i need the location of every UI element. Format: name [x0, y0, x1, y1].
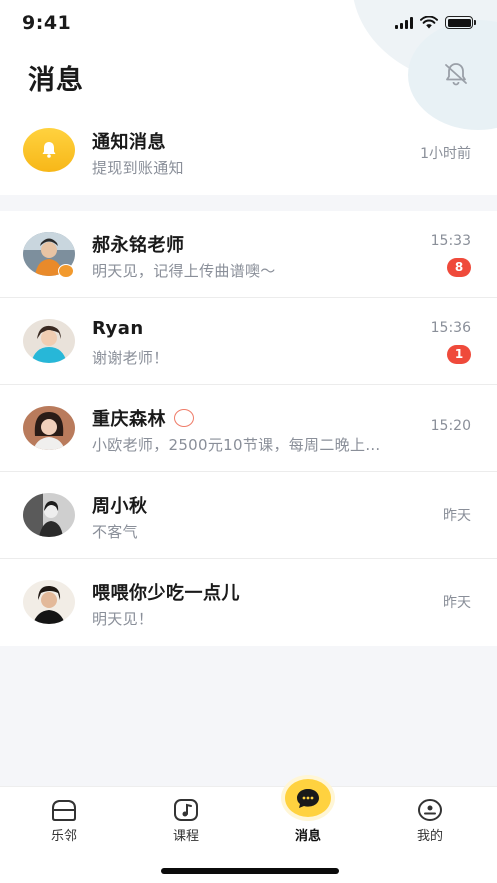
notification-settings-icon[interactable]	[442, 60, 470, 88]
verified-badge-icon	[58, 264, 74, 278]
tab-label: 消息	[294, 829, 321, 844]
chat-time: 昨天	[443, 595, 471, 611]
chat-time: 15:20	[430, 418, 471, 434]
chat-name: 郝永铭老师	[92, 235, 185, 256]
page-title: 消息	[28, 65, 84, 96]
chat-name: 重庆森林	[92, 405, 194, 431]
chat-list: 郝永铭老师 明天见，记得上传曲谱噢～ 15:33 8 Ryan 谢谢老师！ 15…	[0, 211, 497, 646]
tab-courses[interactable]: 课程	[124, 787, 248, 847]
wifi-icon	[420, 16, 438, 29]
unread-badge: 8	[447, 258, 471, 277]
chat-message: 不客气	[92, 523, 138, 541]
music-note-icon	[174, 799, 198, 821]
tab-lelin[interactable]: 乐邻	[2, 787, 126, 847]
home-icon	[52, 800, 76, 821]
home-indicator	[161, 868, 339, 874]
notice-row[interactable]: 通知消息 提现到账通知 1小时前	[0, 120, 497, 186]
tab-label: 课程	[172, 829, 199, 844]
tab-messages[interactable]: 消息	[246, 779, 370, 847]
status-icons	[395, 16, 476, 29]
avatar	[23, 580, 75, 624]
chat-message: 谢谢老师！	[92, 349, 169, 367]
header-area: 9:41 消息 通知消息 提现到账通知 1小时前	[0, 0, 497, 195]
profile-icon	[418, 799, 442, 821]
avatar	[23, 319, 75, 363]
chat-time: 15:33	[430, 233, 471, 249]
chat-name: 喂喂你少吃一点儿	[92, 583, 240, 604]
status-time: 9:41	[22, 12, 72, 34]
status-bar: 9:41	[0, 0, 497, 50]
tab-label: 我的	[416, 829, 443, 844]
chat-name: 周小秋	[92, 496, 148, 517]
notice-title: 通知消息	[92, 132, 166, 153]
chat-message: 小欧老师，2500元10节课，每周二晚上…	[92, 436, 381, 454]
notice-time: 1小时前	[420, 146, 471, 162]
tab-label: 乐邻	[50, 829, 77, 844]
battery-icon	[445, 16, 476, 29]
chat-row[interactable]: 周小秋 不客气 昨天	[0, 472, 497, 559]
chat-message: 明天见！	[92, 610, 154, 628]
notice-message: 提现到账通知	[92, 159, 184, 177]
chat-message: 明天见，记得上传曲谱噢～	[92, 262, 276, 280]
chat-row[interactable]: 重庆森林 小欧老师，2500元10节课，每周二晚上… 15:20	[0, 385, 497, 472]
chat-time: 15:36	[430, 320, 471, 336]
chat-row[interactable]: Ryan 谢谢老师！ 15:36 1	[0, 298, 497, 385]
tag-icon	[174, 409, 194, 427]
avatar	[23, 406, 75, 450]
chat-name-text: 重庆森林	[92, 409, 166, 430]
bell-icon	[42, 142, 56, 158]
notice-avatar	[23, 128, 75, 172]
chat-row[interactable]: 郝永铭老师 明天见，记得上传曲谱噢～ 15:33 8	[0, 211, 497, 298]
active-tab-bubble	[285, 779, 331, 817]
avatar	[23, 493, 75, 537]
unread-badge: 1	[447, 345, 471, 364]
chat-bubble-icon	[297, 789, 319, 808]
chat-name: Ryan	[92, 318, 144, 339]
signal-icon	[395, 16, 413, 29]
tab-mine[interactable]: 我的	[368, 787, 492, 847]
chat-time: 昨天	[443, 508, 471, 524]
chat-row[interactable]: 喂喂你少吃一点儿 明天见！ 昨天	[0, 559, 497, 646]
